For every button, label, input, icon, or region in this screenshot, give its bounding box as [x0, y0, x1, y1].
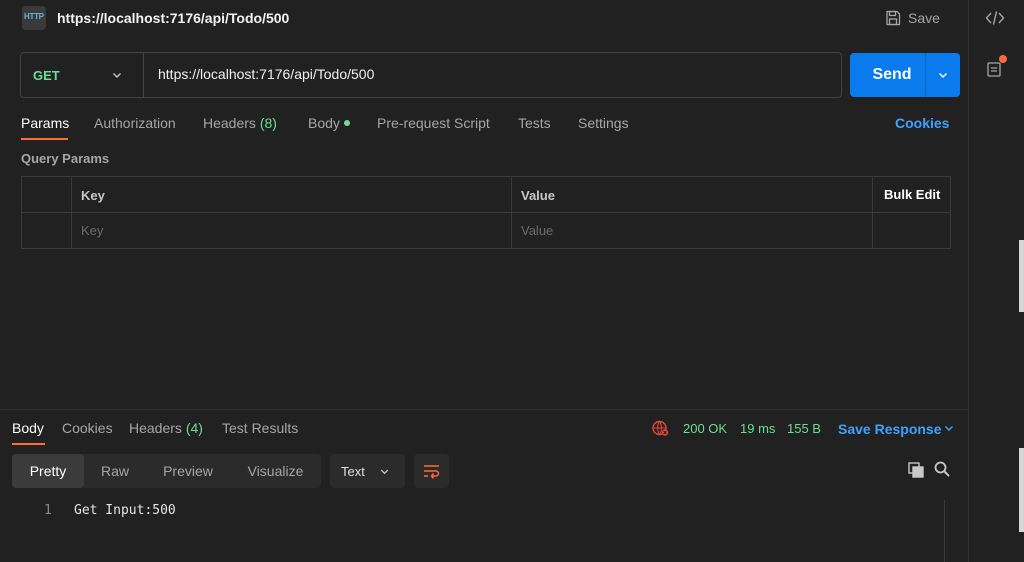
- code-icon[interactable]: [985, 9, 1005, 27]
- notification-dot: [999, 55, 1007, 63]
- response-headers-label: Headers: [129, 420, 182, 436]
- query-params-title: Query Params: [21, 151, 110, 166]
- view-raw[interactable]: Raw: [84, 454, 146, 488]
- response-tab-headers[interactable]: Headers (4): [129, 420, 203, 436]
- response-headers-count: (4): [185, 420, 203, 436]
- query-params-table: Key Value Bulk Edit Key Value: [21, 176, 951, 249]
- http-request-icon: HTTP: [22, 6, 46, 30]
- send-options-button[interactable]: [925, 53, 960, 97]
- table-header-row: Key Value Bulk Edit: [22, 177, 950, 213]
- http-icon-label: HTTP: [24, 12, 44, 21]
- tab-settings[interactable]: Settings: [578, 115, 629, 131]
- table-row: Key Value: [22, 213, 950, 249]
- response-status[interactable]: 200 OK: [683, 421, 727, 436]
- save-label: Save: [908, 10, 940, 26]
- method-select[interactable]: GET: [21, 53, 144, 97]
- tab-body[interactable]: Body: [308, 115, 350, 131]
- headers-count: (8): [259, 115, 277, 131]
- request-title[interactable]: https://localhost:7176/api/Todo/500: [57, 10, 289, 26]
- row-actions-cell: [873, 213, 950, 249]
- response-body-line[interactable]: Get Input:500: [74, 503, 176, 518]
- tab-headers[interactable]: Headers (8): [203, 115, 277, 131]
- wrap-lines-button[interactable]: [414, 454, 449, 488]
- view-mode-toggle: Pretty Raw Preview Visualize: [12, 454, 321, 488]
- search-icon[interactable]: [933, 460, 951, 478]
- network-globe-icon[interactable]: [651, 419, 669, 437]
- key-placeholder: Key: [81, 223, 104, 238]
- chevron-down-icon[interactable]: [942, 421, 956, 435]
- value-placeholder: Value: [521, 223, 554, 238]
- format-label: Text: [341, 464, 365, 479]
- wrap-lines-icon: [424, 465, 440, 479]
- value-input[interactable]: Value: [512, 213, 873, 249]
- body-indicator-dot: [343, 120, 350, 127]
- view-visualize[interactable]: Visualize: [230, 454, 321, 488]
- copy-icon[interactable]: [907, 461, 925, 479]
- url-input[interactable]: https://localhost:7176/api/Todo/500: [158, 66, 374, 82]
- request-titlebar: HTTP https://localhost:7176/api/Todo/500…: [0, 0, 968, 36]
- tab-headers-label: Headers: [203, 115, 256, 131]
- window-edge-strip: [1019, 448, 1024, 532]
- response-tab-body[interactable]: Body: [12, 420, 44, 436]
- method-label: GET: [33, 68, 60, 83]
- tab-tests[interactable]: Tests: [518, 115, 551, 131]
- response-tab-test-results[interactable]: Test Results: [222, 420, 298, 436]
- bulk-edit-cell: Bulk Edit: [873, 177, 950, 213]
- checkbox-column-header: [22, 177, 72, 213]
- tab-body-label: Body: [308, 115, 340, 131]
- row-checkbox-cell: [22, 213, 72, 249]
- right-sidebar: [968, 0, 1024, 562]
- response-tab-cookies[interactable]: Cookies: [62, 420, 113, 436]
- key-input[interactable]: Key: [72, 213, 512, 249]
- send-button[interactable]: Send: [850, 53, 934, 97]
- view-pretty[interactable]: Pretty: [12, 454, 84, 488]
- format-select[interactable]: Text: [330, 454, 405, 488]
- response-time[interactable]: 19 ms: [740, 421, 775, 436]
- chevron-down-icon: [380, 469, 389, 475]
- view-preview[interactable]: Preview: [146, 454, 230, 488]
- window-edge-strip: [1019, 240, 1024, 312]
- key-header-label: Key: [81, 188, 105, 203]
- active-tab-indicator: [21, 138, 68, 140]
- pane-divider[interactable]: [0, 409, 968, 410]
- request-panel: HTTP https://localhost:7176/api/Todo/500…: [0, 0, 968, 562]
- key-column-header: Key: [72, 177, 512, 213]
- active-response-tab-indicator: [12, 443, 45, 445]
- chevron-down-icon: [113, 73, 121, 78]
- bulk-edit-button[interactable]: Bulk Edit: [884, 187, 940, 202]
- response-size[interactable]: 155 B: [787, 421, 821, 436]
- tab-authorization[interactable]: Authorization: [94, 115, 176, 131]
- chevron-down-icon: [939, 73, 947, 78]
- url-bar: GET https://localhost:7176/api/Todo/500: [20, 52, 842, 98]
- line-number: 1: [44, 503, 52, 518]
- save-icon: [886, 10, 901, 26]
- value-column-header: Value: [512, 177, 873, 213]
- save-response-button[interactable]: Save Response: [838, 421, 942, 437]
- tab-pre-request-script[interactable]: Pre-request Script: [377, 115, 490, 131]
- tab-params[interactable]: Params: [21, 115, 69, 131]
- cookies-link[interactable]: Cookies: [895, 115, 949, 131]
- save-button[interactable]: Save: [884, 7, 940, 29]
- value-header-label: Value: [521, 188, 555, 203]
- response-scrollbar[interactable]: [944, 500, 960, 562]
